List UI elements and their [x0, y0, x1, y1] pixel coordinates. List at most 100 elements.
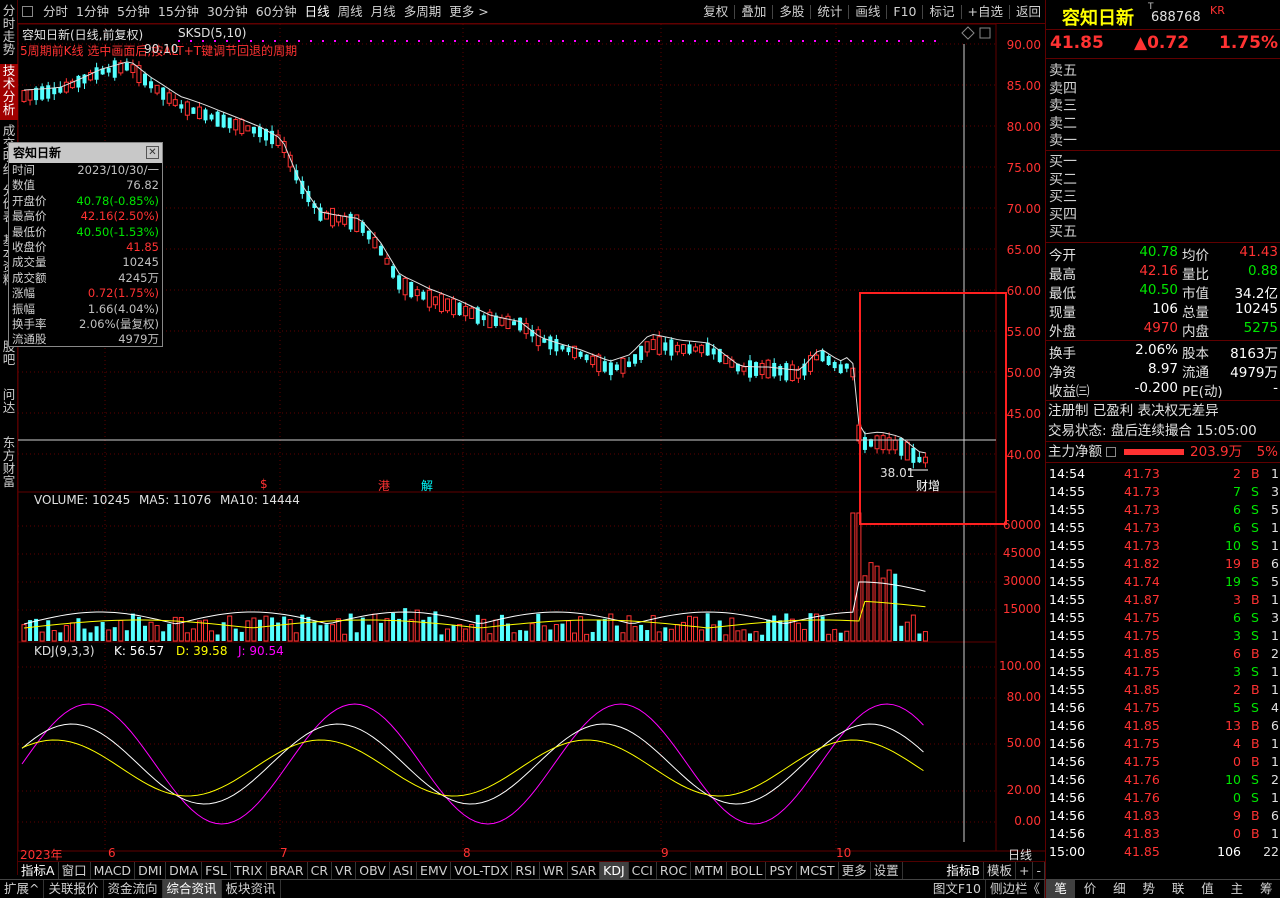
- indicator-tab-3[interactable]: DMI: [135, 861, 167, 880]
- left-tab-6[interactable]: 问达: [0, 388, 18, 432]
- indicator-tab-4[interactable]: DMA: [166, 861, 203, 880]
- status-tab-1[interactable]: 关联报价: [44, 880, 104, 898]
- toolbar-button-0[interactable]: 复权: [699, 0, 732, 24]
- time-axis-label: 10: [836, 846, 852, 860]
- indicator-tab-24[interactable]: 更多: [839, 861, 871, 880]
- toolbar-button-5[interactable]: F10: [889, 0, 920, 24]
- indicator-tab-20[interactable]: MTM: [691, 861, 728, 880]
- chevron-right-icon: >: [474, 3, 489, 19]
- menu-square-icon[interactable]: [22, 6, 33, 17]
- quote-tab-7[interactable]: 筹: [1252, 880, 1280, 898]
- tick-price: 41.76: [1124, 790, 1160, 805]
- toolbar-button-2[interactable]: 多股: [775, 0, 808, 24]
- stock-code: 688768: [1151, 10, 1201, 25]
- period-tab-2[interactable]: 5分钟: [113, 0, 154, 24]
- indicator-tab-25[interactable]: 设置: [871, 861, 903, 880]
- quote-tab-4[interactable]: 联: [1164, 880, 1193, 898]
- status-tab-3[interactable]: 综合资讯: [162, 880, 222, 898]
- period-tab-0[interactable]: 分时: [39, 0, 72, 24]
- status-right-1[interactable]: 侧边栏《: [986, 880, 1045, 898]
- indicator-tab-10[interactable]: OBV: [356, 861, 390, 880]
- period-tab-6[interactable]: 日线: [301, 0, 334, 24]
- quote-tab-5[interactable]: 值: [1193, 880, 1222, 898]
- indicator-tab-21[interactable]: BOLL: [727, 861, 767, 880]
- volume-bar-down: [602, 618, 607, 641]
- event-label-finance[interactable]: 财增: [916, 477, 940, 494]
- period-tab-3[interactable]: 15分钟: [154, 0, 203, 24]
- toolbar-button-4[interactable]: 画线: [851, 0, 884, 24]
- indicator-tab-28[interactable]: +: [1016, 861, 1034, 880]
- indicator-tab-29[interactable]: -: [1033, 861, 1045, 880]
- stock-name: 容知日新: [1062, 8, 1134, 29]
- indicator-tab-19[interactable]: ROC: [657, 861, 692, 880]
- indicator-tab-22[interactable]: PSY: [766, 861, 797, 880]
- candle-down: [911, 447, 916, 463]
- period-tab-7[interactable]: 周线: [334, 0, 367, 24]
- period-tab-5[interactable]: 60分钟: [252, 0, 301, 24]
- indicator-tab-9[interactable]: VR: [332, 861, 357, 880]
- left-tab-7[interactable]: 东方财富: [0, 436, 18, 488]
- close-icon[interactable]: ✕: [146, 146, 159, 159]
- quote-tab-3[interactable]: 势: [1134, 880, 1163, 898]
- indicator-tab-11[interactable]: ASI: [390, 861, 418, 880]
- quote-tab-6[interactable]: 主: [1222, 880, 1251, 898]
- list-icon[interactable]: [1106, 447, 1116, 457]
- indicator-tab-6[interactable]: TRIX: [231, 861, 267, 880]
- status-tab-4[interactable]: 板块资讯: [222, 880, 281, 898]
- period-tab-4[interactable]: 30分钟: [203, 0, 252, 24]
- toolbar-button-6[interactable]: 标记: [925, 0, 958, 24]
- candle-down: [584, 354, 589, 361]
- indicator-tab-27[interactable]: 模板: [984, 861, 1016, 880]
- toolbar-button-7[interactable]: +自选: [964, 0, 1007, 24]
- chart-canvas[interactable]: [18, 24, 1045, 875]
- toolbar-button-3[interactable]: 统计: [813, 0, 846, 24]
- tick-count: 1: [1271, 466, 1279, 481]
- indicator-tab-0[interactable]: 指标A: [18, 861, 59, 880]
- status-right-0[interactable]: 图文F10: [929, 880, 986, 898]
- event-label-unlock[interactable]: 解: [421, 477, 433, 494]
- toolbar-button-1[interactable]: 叠加: [737, 0, 770, 24]
- period-tab-10[interactable]: 更多 >: [445, 0, 492, 24]
- indicator-tab-8[interactable]: CR: [308, 861, 333, 880]
- period-tab-8[interactable]: 月线: [367, 0, 400, 24]
- crosshair-info-box[interactable]: 容知日新 ✕ 时间 2023/10/30/一 数值 76.82 开盘价 40.78(-0.…: [8, 142, 163, 347]
- indicator-tab-1[interactable]: 窗口: [59, 861, 91, 880]
- indicator-tab-23[interactable]: MCST: [797, 861, 839, 880]
- marker-dot: [538, 40, 540, 42]
- indicator-tab-26[interactable]: 指标B: [943, 861, 984, 880]
- volume-bar-down: [705, 613, 710, 641]
- tick-side: B: [1251, 556, 1260, 571]
- indicator-tab-2[interactable]: MACD: [91, 861, 136, 880]
- indicator-tab-5[interactable]: FSL: [202, 861, 232, 880]
- candle-down: [421, 291, 426, 300]
- volume-bar-up: [293, 632, 299, 642]
- period-tab-9[interactable]: 多周期: [400, 0, 446, 24]
- indicator-tab-14[interactable]: RSI: [512, 861, 540, 880]
- event-label-hk[interactable]: 港: [378, 477, 390, 494]
- kline-chart-area[interactable]: 容知日新(日线,前复权) SKSD(5,10) 5周期前K线 选中画面后,按AL…: [18, 24, 1045, 875]
- volume-bar-up: [118, 620, 124, 642]
- left-tab-0[interactable]: 分时走势: [0, 4, 18, 60]
- volume-bar-up: [414, 609, 420, 642]
- period-tab-1[interactable]: 1分钟: [72, 0, 113, 24]
- status-tab-0[interactable]: 扩展^: [0, 880, 45, 898]
- indicator-tab-7[interactable]: BRAR: [267, 861, 308, 880]
- indicator-tab-18[interactable]: CCI: [629, 861, 657, 880]
- quote-tab-2[interactable]: 细: [1105, 880, 1134, 898]
- indicator-tab-16[interactable]: SAR: [568, 861, 601, 880]
- main-net-pct: 5%: [1256, 444, 1278, 460]
- volume-bar-up: [910, 614, 916, 642]
- main-net-row[interactable]: 主力净额 203.9万 5%: [1048, 443, 1278, 461]
- quote-tab-1[interactable]: 价: [1075, 880, 1104, 898]
- event-label-dividend[interactable]: $: [260, 477, 268, 491]
- indicator-tab-17[interactable]: KDJ: [600, 861, 629, 880]
- toolbar-button-8[interactable]: 返回: [1012, 0, 1045, 24]
- status-tab-2[interactable]: 资金流向: [104, 880, 163, 898]
- left-tab-1[interactable]: 技术分析: [0, 64, 18, 120]
- indicator-tab-13[interactable]: VOL-TDX: [451, 861, 513, 880]
- indicator-tab-15[interactable]: WR: [540, 861, 568, 880]
- indicator-tab-12[interactable]: EMV: [417, 861, 452, 880]
- volume-bar-up: [342, 633, 348, 642]
- quote-tab-0[interactable]: 笔: [1046, 880, 1076, 898]
- candle-down: [94, 67, 99, 80]
